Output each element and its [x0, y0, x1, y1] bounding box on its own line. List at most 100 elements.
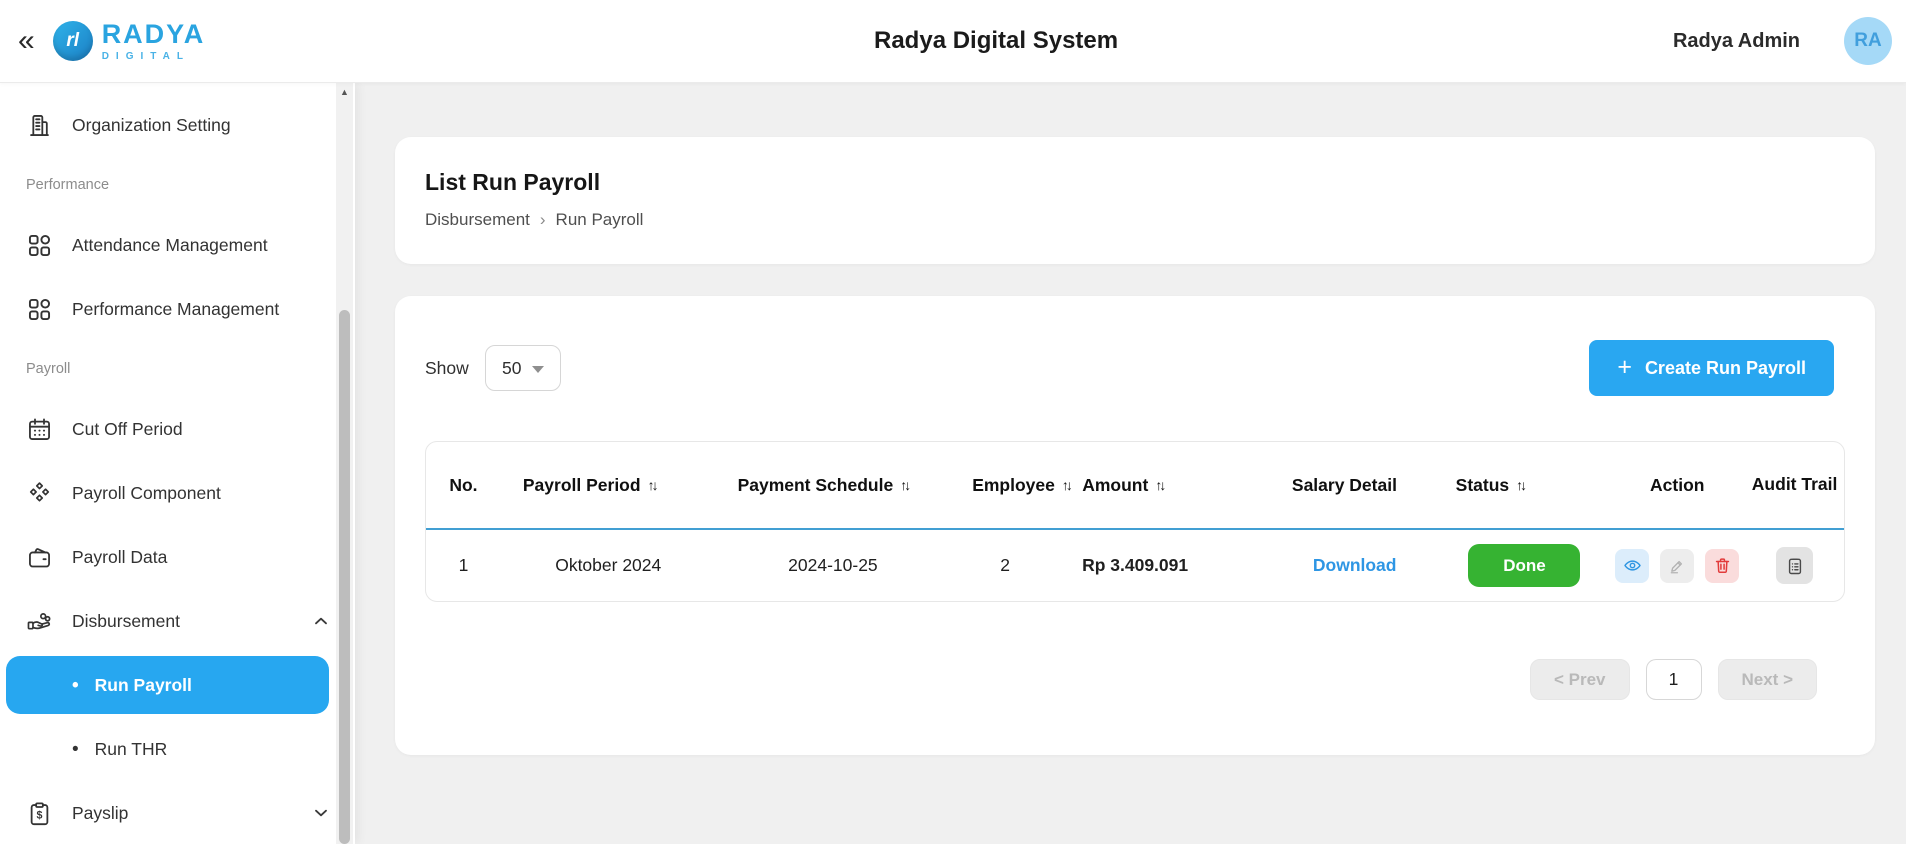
page-number-input[interactable] [1645, 659, 1702, 700]
sidebar-subitem-run-thr[interactable]: • Run THR [0, 717, 355, 781]
calendar-icon [26, 416, 53, 443]
app-title: Radya Digital System [874, 27, 1119, 54]
logo-title: RADYA [101, 18, 206, 49]
plus-icon: + [1617, 352, 1632, 381]
column-header-salary-detail: Salary Detail [1291, 474, 1397, 495]
bullet-icon: • [72, 674, 79, 696]
clipboard-list-icon [1785, 556, 1805, 576]
show-label: Show [425, 357, 469, 378]
cell-employee: 2 [1000, 555, 1011, 575]
sort-arrows-icon: ↑↓ [1516, 477, 1527, 493]
sidebar-item-payslip[interactable]: $ Payslip [0, 781, 355, 844]
wallet-icon [26, 544, 53, 571]
sidebar-item-payroll-data[interactable]: Payroll Data [0, 525, 355, 589]
scroll-up-arrow-icon[interactable]: ▲ [336, 87, 353, 97]
pagination: < Prev Next > [425, 659, 1845, 700]
diamonds-icon [26, 480, 53, 507]
building-icon [26, 112, 53, 139]
user-name: Radya Admin [1672, 29, 1800, 52]
table-header-row: No. Payroll Period ↑↓ Payment Schedule ↑… [426, 442, 1844, 530]
logo-monogram: rl [52, 21, 93, 61]
sidebar-item-label: Disbursement [72, 610, 180, 631]
sidebar-collapse-icon[interactable]: « [18, 26, 35, 56]
user-avatar[interactable]: RA [1844, 17, 1892, 65]
column-label: Payment Schedule [737, 474, 894, 495]
chevron-up-icon [311, 611, 331, 631]
breadcrumb-current: Run Payroll [555, 210, 644, 229]
main-content: List Run Payroll Disbursement › Run Payr… [355, 83, 1906, 844]
cell-no: 1 [458, 555, 469, 575]
next-page-button[interactable]: Next > [1717, 659, 1817, 700]
page-size-value: 50 [502, 357, 522, 378]
breadcrumb-separator-icon: › [539, 210, 546, 229]
sidebar-section-payroll: Payroll [26, 361, 71, 377]
sidebar-item-label: Payslip [72, 802, 129, 823]
column-label: Employee [972, 474, 1055, 495]
sort-arrows-icon: ↑↓ [1155, 477, 1166, 493]
column-header-amount[interactable]: Amount ↑↓ [1082, 474, 1166, 496]
column-header-audit-trail: Audit Trail [1751, 474, 1838, 495]
sidebar-section-performance: Performance [26, 177, 110, 193]
sidebar-item-payroll-component[interactable]: Payroll Component [0, 461, 355, 525]
create-run-payroll-button[interactable]: + Create Run Payroll [1589, 340, 1834, 396]
column-label: Payroll Period [522, 474, 641, 495]
app-logo: rl RADYA DIGITAL [52, 18, 206, 62]
sidebar-item-label: Attendance Management [72, 234, 268, 255]
download-link[interactable]: Download [1313, 555, 1397, 576]
svg-text:$: $ [37, 809, 43, 821]
grid-icon [26, 296, 53, 323]
eye-icon [1623, 556, 1642, 575]
sidebar-item-label: Performance Management [72, 298, 280, 319]
sidebar-item-attendance-management[interactable]: Attendance Management [0, 213, 355, 277]
cell-payment-schedule: 2024-10-25 [788, 555, 878, 575]
page-header-card: List Run Payroll Disbursement › Run Payr… [395, 137, 1875, 264]
grid-icon [26, 232, 53, 259]
sidebar-item-label: Run THR [94, 738, 168, 759]
cell-payroll-period: Oktober 2024 [555, 555, 662, 575]
status-badge: Done [1468, 544, 1581, 587]
column-header-payment-schedule[interactable]: Payment Schedule ↑↓ [737, 474, 912, 496]
payslip-icon: $ [26, 800, 53, 827]
sidebar-item-label: Organization Setting [72, 114, 231, 135]
column-header-no: No. [449, 474, 478, 495]
cell-amount: Rp 3.409.091 [1082, 555, 1189, 575]
sidebar: Organization Setting Performance Attenda… [0, 83, 355, 844]
column-label: Status [1455, 474, 1510, 495]
sidebar-scrollbar[interactable]: ▲ [336, 83, 353, 844]
logo-subtitle: DIGITAL [101, 50, 190, 62]
list-card: Show 50 + Create Run Payroll No. Payroll… [395, 296, 1875, 755]
breadcrumb-parent[interactable]: Disbursement [425, 210, 530, 230]
sidebar-item-label: Payroll Component [72, 482, 221, 503]
column-label: Amount [1082, 474, 1149, 495]
caret-down-icon [531, 365, 544, 373]
column-header-employee[interactable]: Employee ↑↓ [972, 474, 1073, 496]
column-header-action: Action [1650, 474, 1705, 495]
sidebar-item-cut-off-period[interactable]: Cut Off Period [0, 397, 355, 461]
column-header-status[interactable]: Status ↑↓ [1455, 474, 1527, 496]
table-row: 1 Oktober 2024 2024-10-25 2 Rp 3.409.091… [426, 530, 1844, 601]
prev-page-button[interactable]: < Prev [1529, 659, 1630, 700]
edit-button[interactable] [1660, 548, 1695, 583]
chevron-down-icon [311, 803, 331, 823]
page-size-select[interactable]: 50 [484, 345, 561, 391]
sidebar-item-disbursement[interactable]: Disbursement [0, 589, 355, 653]
sidebar-item-label: Run Payroll [94, 674, 192, 695]
view-button[interactable] [1615, 548, 1650, 583]
hand-coins-icon [26, 608, 53, 635]
pencil-icon [1668, 557, 1686, 575]
sidebar-item-label: Cut Off Period [72, 418, 183, 439]
sidebar-item-organization-setting[interactable]: Organization Setting [0, 93, 355, 157]
column-header-payroll-period[interactable]: Payroll Period ↑↓ [522, 474, 659, 496]
delete-button[interactable] [1705, 548, 1740, 583]
sidebar-subitem-run-payroll[interactable]: • Run Payroll [6, 656, 329, 714]
breadcrumb: Disbursement › Run Payroll [425, 210, 1845, 230]
trash-icon [1713, 556, 1732, 575]
sidebar-item-performance-management[interactable]: Performance Management [0, 277, 355, 341]
run-payroll-table: No. Payroll Period ↑↓ Payment Schedule ↑… [425, 441, 1845, 602]
bullet-icon: • [72, 738, 79, 760]
table-toolbar: Show 50 + Create Run Payroll [425, 340, 1845, 396]
scrollbar-thumb[interactable] [339, 310, 350, 844]
audit-trail-button[interactable] [1776, 547, 1814, 584]
create-button-label: Create Run Payroll [1644, 357, 1806, 378]
app-header: « rl RADYA DIGITAL Radya Digital System … [0, 0, 1906, 83]
